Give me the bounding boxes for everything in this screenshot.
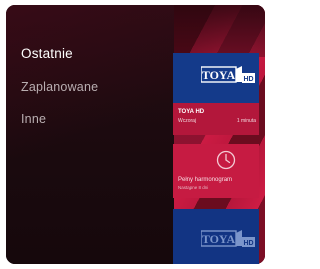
recording-info: TOYA HD Wczoraj 1 minuta: [173, 103, 259, 135]
toya-hd-logo: TOYA HD: [201, 66, 255, 83]
recording-card-toya-hd[interactable]: TOYA HD TOYA HD Wczoraj 1 minuta: [173, 53, 259, 135]
logo-badge: HD: [243, 240, 253, 247]
clock-icon: [216, 150, 236, 170]
logo-badge: HD: [243, 76, 253, 83]
recording-card-toya-hd-next[interactable]: TOYA HD: [173, 209, 259, 264]
full-schedule-card[interactable]: Pełny harmonogram Nastąpne 8 dni: [173, 144, 259, 198]
side-menu: Ostatnie Zaplanowane Inne: [6, 5, 174, 264]
channel-thumbnail: TOYA HD: [173, 53, 259, 103]
schedule-title: Pełny harmonogram: [178, 177, 233, 183]
menu-item-zaplanowane[interactable]: Zaplanowane: [21, 80, 98, 94]
recording-day: Wczoraj: [178, 118, 197, 124]
toya-hd-logo: TOYA HD: [201, 230, 255, 247]
menu-item-ostatnie[interactable]: Ostatnie: [21, 46, 73, 61]
recording-duration: 1 minuta: [236, 118, 256, 124]
logo-text: TOYA: [202, 232, 236, 246]
panel-top-shade: [174, 5, 265, 57]
channel-name: TOYA HD: [178, 109, 205, 115]
menu-item-inne[interactable]: Inne: [21, 112, 46, 126]
logo-text: TOYA: [202, 68, 236, 82]
schedule-subtitle: Nastąpne 8 dni: [178, 185, 209, 190]
channel-thumbnail: TOYA HD: [173, 209, 259, 264]
